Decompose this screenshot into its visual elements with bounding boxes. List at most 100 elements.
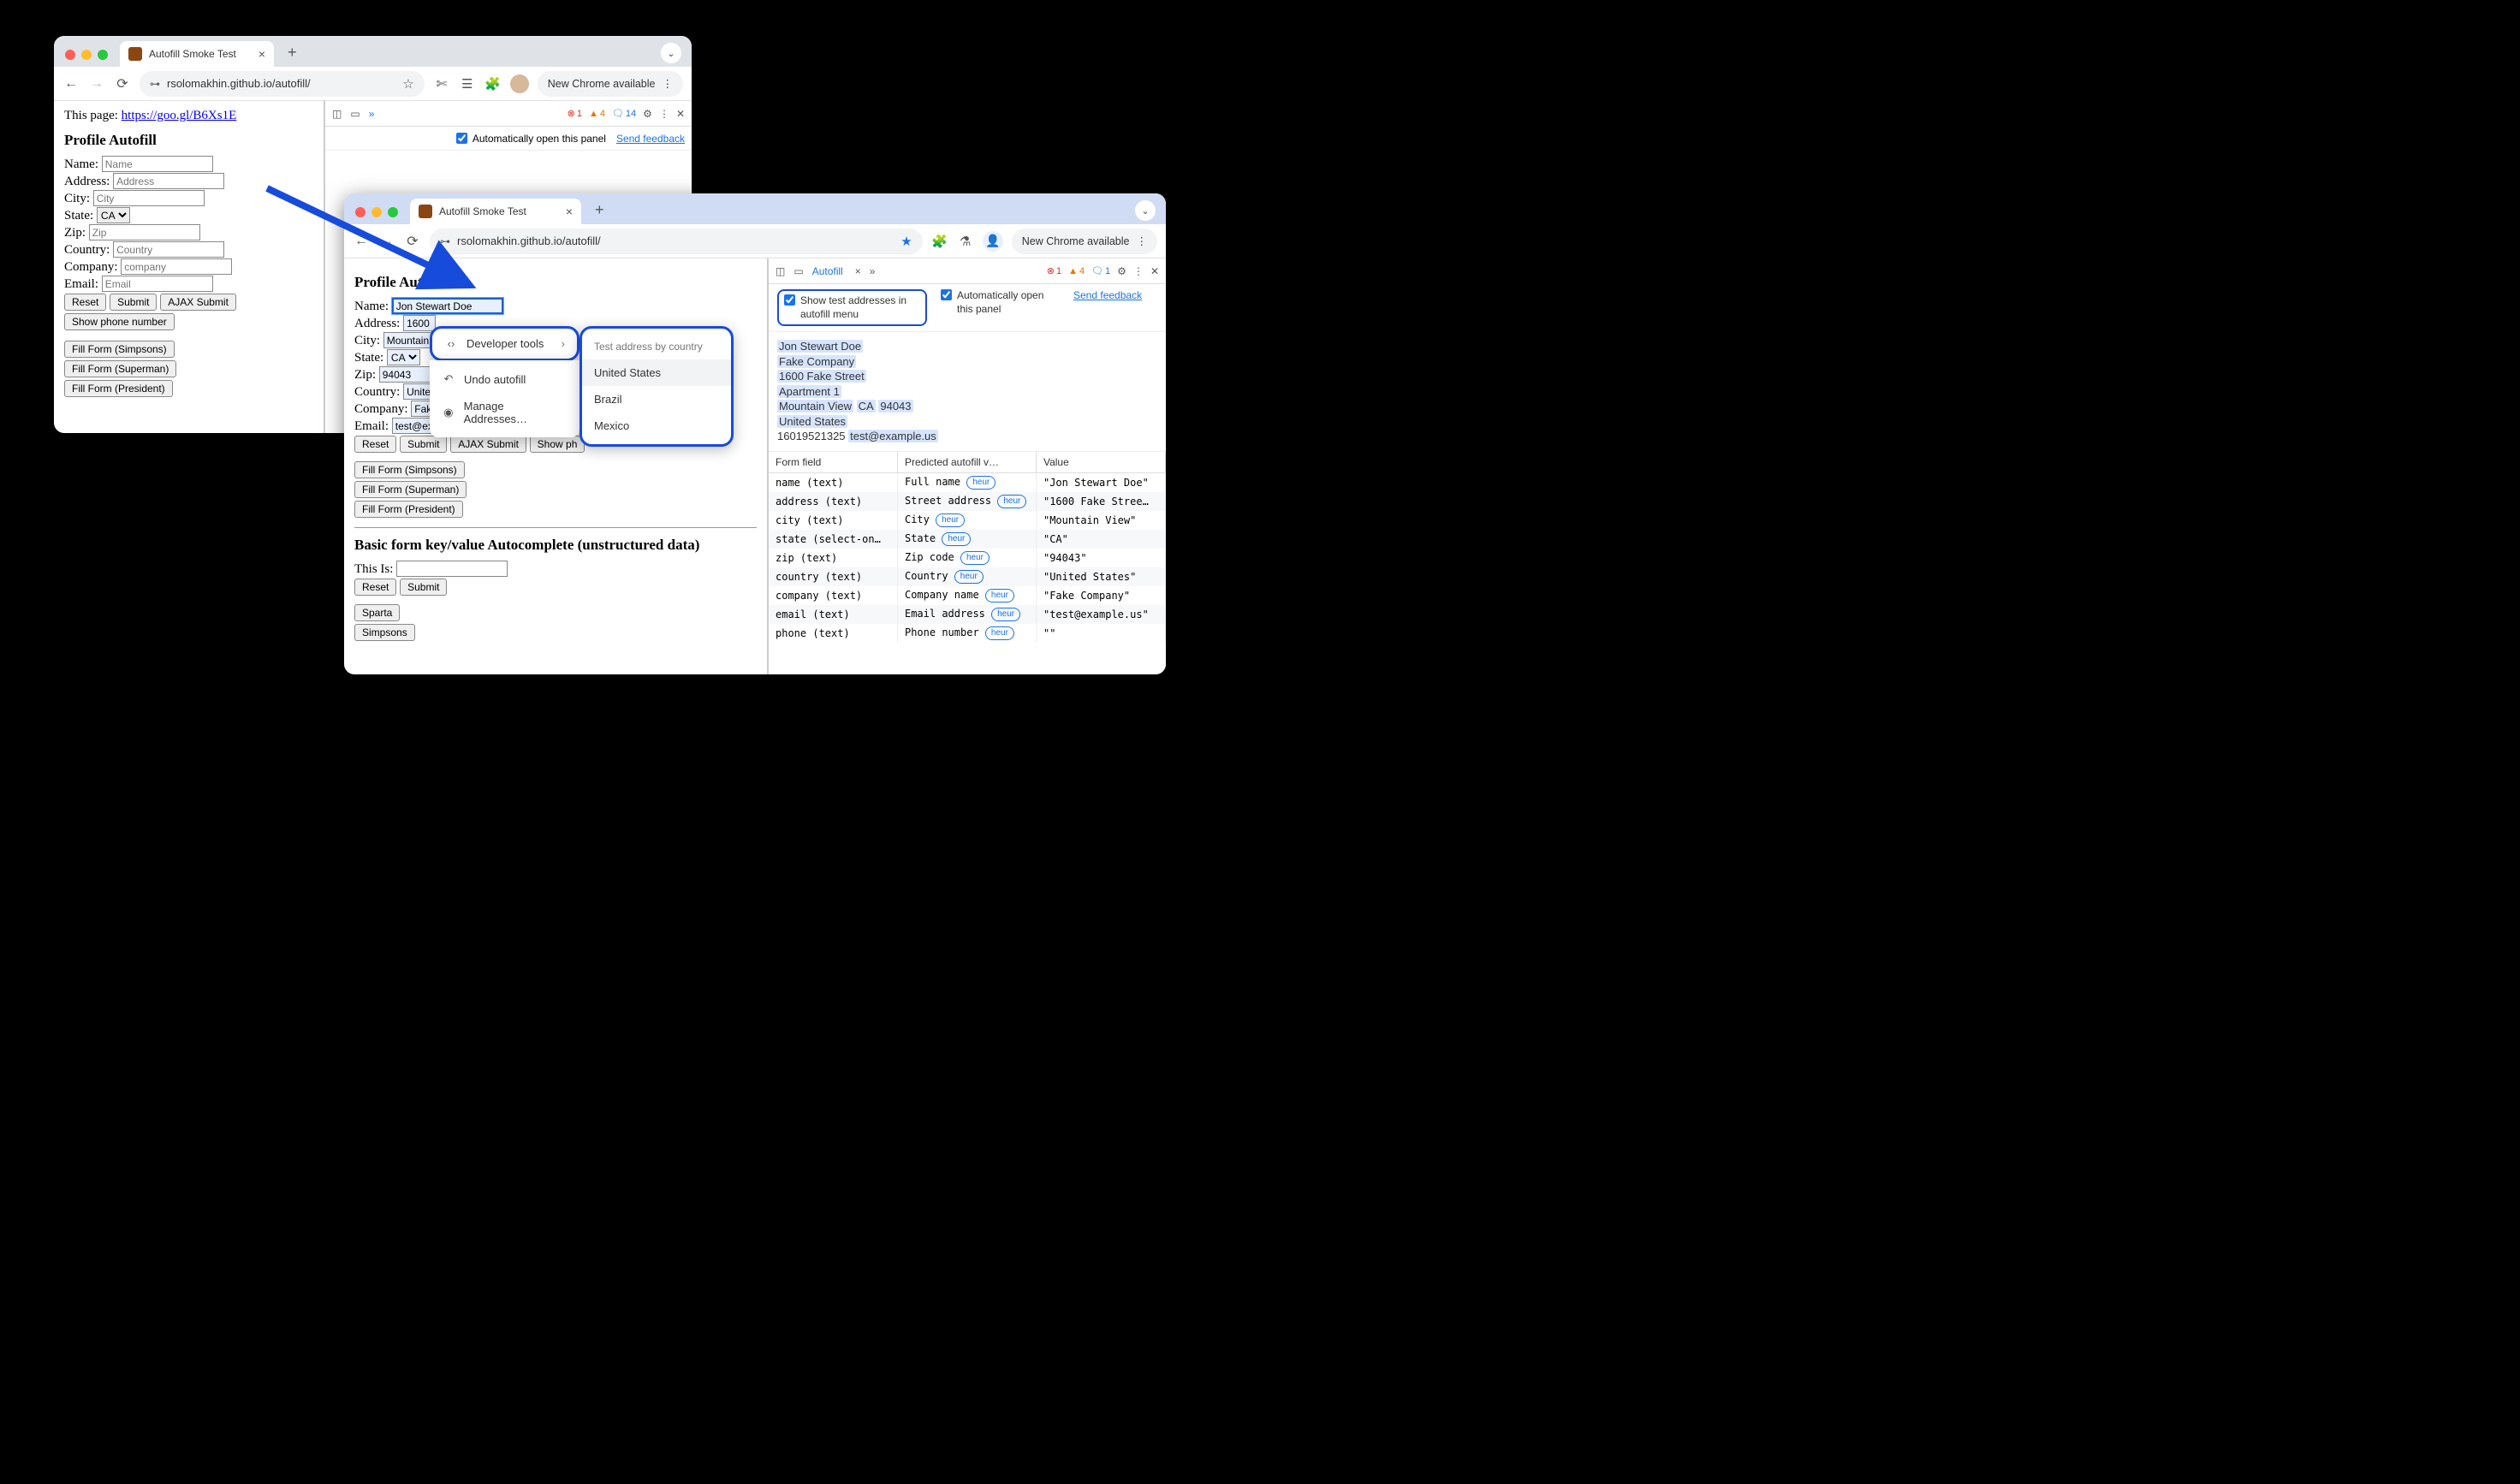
submit-button[interactable]: Submit xyxy=(110,294,157,311)
kebab-menu-icon[interactable]: ⋮ xyxy=(1137,234,1148,247)
info-badge[interactable]: 🗨14 xyxy=(612,108,636,119)
auto-open-checkbox[interactable] xyxy=(456,133,467,144)
new-tab-button[interactable]: + xyxy=(279,44,306,67)
fill-superman-button[interactable]: Fill Form (Superman) xyxy=(64,360,176,377)
fill-president-button[interactable]: Fill Form (President) xyxy=(354,501,463,518)
page-link[interactable]: https://goo.gl/B6Xs1E xyxy=(122,109,237,122)
close-window-icon[interactable] xyxy=(355,207,366,217)
table-row[interactable]: address (text)Street address heur"1600 F… xyxy=(769,492,1166,511)
update-chrome-pill[interactable]: New Chrome available ⋮ xyxy=(538,71,683,97)
table-row[interactable]: email (text)Email address heur"test@exam… xyxy=(769,605,1166,624)
back-button[interactable]: ← xyxy=(62,76,80,92)
menu-manage-addresses[interactable]: ◉ Manage Addresses… xyxy=(430,393,579,432)
kebab-menu-icon[interactable]: ⋮ xyxy=(663,77,674,90)
more-tabs-icon[interactable]: » xyxy=(870,265,876,277)
country-input[interactable] xyxy=(113,241,224,258)
device-toolbar-icon[interactable]: ▭ xyxy=(350,108,360,120)
reset-button[interactable]: Reset xyxy=(64,294,106,311)
table-row[interactable]: name (text)Full name heur"Jon Stewart Do… xyxy=(769,473,1166,493)
site-settings-icon[interactable]: ⊶ xyxy=(440,235,450,247)
bookmark-star-icon[interactable]: ★ xyxy=(900,234,912,249)
submenu-item-brazil[interactable]: Brazil xyxy=(582,386,731,413)
devtools-kebab-icon[interactable]: ⋮ xyxy=(659,108,669,120)
submenu-item-mexico[interactable]: Mexico xyxy=(582,413,731,439)
warning-badge[interactable]: ▲4 xyxy=(589,109,605,119)
show-phone-button[interactable]: Show ph xyxy=(530,436,585,453)
info-badge[interactable]: 🗨1 xyxy=(1091,265,1110,276)
reset-button[interactable]: Reset xyxy=(354,436,396,453)
auto-open-checkbox[interactable] xyxy=(941,289,952,300)
fill-superman-button[interactable]: Fill Form (Superman) xyxy=(354,481,467,498)
profile-avatar[interactable] xyxy=(510,74,529,93)
reload-button[interactable]: ⟳ xyxy=(114,75,131,92)
maximize-window-icon[interactable] xyxy=(388,207,398,217)
devtools-settings-icon[interactable]: ⚙ xyxy=(643,108,652,120)
new-tab-button[interactable]: + xyxy=(586,201,613,224)
devtools-kebab-icon[interactable]: ⋮ xyxy=(1133,265,1144,277)
reset2-button[interactable]: Reset xyxy=(354,579,396,596)
site-settings-icon[interactable]: ⊶ xyxy=(150,78,160,90)
forward-button[interactable]: → xyxy=(88,76,105,92)
fill-simpsons-button[interactable]: Fill Form (Simpsons) xyxy=(64,341,175,358)
profile-avatar[interactable]: 👤 xyxy=(983,231,1003,252)
device-toolbar-icon[interactable]: ▭ xyxy=(793,265,803,277)
browser-tab[interactable]: Autofill Smoke Test × xyxy=(120,41,274,67)
submit2-button[interactable]: Submit xyxy=(400,579,447,596)
bookmark-star-icon[interactable]: ☆ xyxy=(402,76,413,92)
labs-flask-icon[interactable]: ⚗ xyxy=(957,234,974,249)
autofill-tab[interactable]: Autofill xyxy=(812,265,843,277)
simpsons-button[interactable]: Simpsons xyxy=(354,624,415,641)
sparta-button[interactable]: Sparta xyxy=(354,604,400,621)
name-input[interactable] xyxy=(392,298,503,314)
company-input[interactable] xyxy=(121,258,232,275)
update-chrome-pill[interactable]: New Chrome available ⋮ xyxy=(1012,229,1157,254)
error-badge[interactable]: ⊗1 xyxy=(1047,265,1061,276)
reload-button[interactable]: ⟳ xyxy=(404,233,421,250)
auto-open-option[interactable]: Automatically open this panel xyxy=(941,289,1060,316)
table-row[interactable]: city (text)City heur"Mountain View" xyxy=(769,511,1166,530)
minimize-window-icon[interactable] xyxy=(371,207,382,217)
devtools-close-icon[interactable]: ✕ xyxy=(676,108,685,120)
send-feedback-link[interactable]: Send feedback xyxy=(1073,289,1142,301)
submit-button[interactable]: Submit xyxy=(400,436,447,453)
tab-dropdown-button[interactable]: ⌄ xyxy=(661,43,681,63)
back-button[interactable]: ← xyxy=(353,234,370,249)
close-tab-icon[interactable]: × xyxy=(259,47,265,61)
extensions-puzzle-icon[interactable]: 🧩 xyxy=(931,234,948,249)
show-test-addresses-checkbox[interactable] xyxy=(784,294,795,306)
close-window-icon[interactable] xyxy=(65,50,75,60)
show-phone-button[interactable]: Show phone number xyxy=(64,313,175,330)
maximize-window-icon[interactable] xyxy=(98,50,108,60)
table-row[interactable]: country (text)Country heur"United States… xyxy=(769,567,1166,586)
send-feedback-link[interactable]: Send feedback xyxy=(616,133,685,145)
minimize-window-icon[interactable] xyxy=(81,50,92,60)
fill-simpsons-button[interactable]: Fill Form (Simpsons) xyxy=(354,461,465,478)
menu-developer-tools[interactable]: ‹› Developer tools › xyxy=(432,330,577,357)
ajax-submit-button[interactable]: AJAX Submit xyxy=(160,294,236,311)
ajax-submit-button[interactable]: AJAX Submit xyxy=(450,436,526,453)
address-bar[interactable]: ⊶ rsolomakhin.github.io/autofill/ ☆ xyxy=(140,71,425,97)
devtools-close-icon[interactable]: ✕ xyxy=(1150,265,1159,277)
tab-dropdown-button[interactable]: ⌄ xyxy=(1135,200,1156,221)
table-row[interactable]: phone (text)Phone number heur"" xyxy=(769,624,1166,643)
extension-icon[interactable]: ☰ xyxy=(459,76,476,92)
email-input[interactable] xyxy=(102,276,213,292)
fill-president-button[interactable]: Fill Form (President) xyxy=(64,380,173,397)
zip-input[interactable] xyxy=(379,366,431,383)
address-bar[interactable]: ⊶ rsolomakhin.github.io/autofill/ ★ xyxy=(430,229,923,254)
menu-undo-autofill[interactable]: ↶ Undo autofill xyxy=(430,365,579,393)
close-tab-icon[interactable]: × xyxy=(566,205,573,218)
address-input[interactable] xyxy=(403,315,436,331)
state-select[interactable]: CA xyxy=(387,349,420,365)
city-input[interactable] xyxy=(383,332,435,348)
inspect-icon[interactable]: ◫ xyxy=(332,108,342,120)
address-input[interactable] xyxy=(113,173,224,189)
name-input[interactable] xyxy=(102,156,213,172)
th-value[interactable]: Value xyxy=(1036,452,1165,473)
this-is-input[interactable] xyxy=(396,561,508,577)
zip-input[interactable] xyxy=(89,224,200,240)
more-tabs-icon[interactable]: » xyxy=(369,108,375,120)
th-form-field[interactable]: Form field xyxy=(769,452,897,473)
submenu-item-us[interactable]: United States xyxy=(582,359,731,386)
city-input[interactable] xyxy=(93,190,205,206)
